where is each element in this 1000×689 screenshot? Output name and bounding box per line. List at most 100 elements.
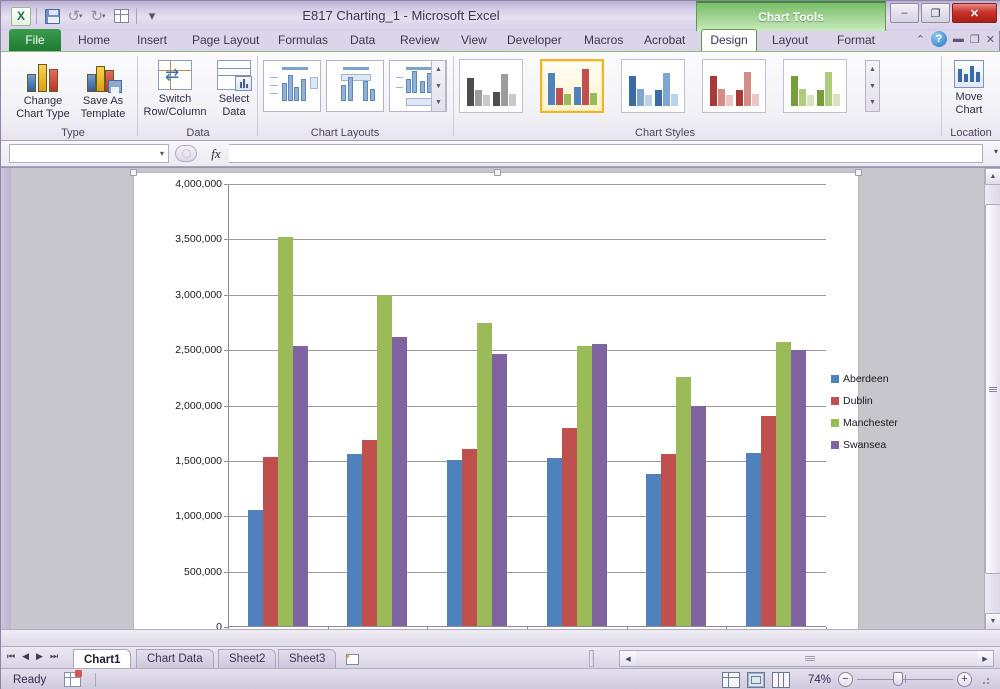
- chart-resize-handle-tc[interactable]: [494, 169, 501, 176]
- tab-acrobat[interactable]: Acrobat: [635, 29, 694, 51]
- zoom-slider[interactable]: − +: [838, 672, 972, 687]
- tab-home[interactable]: Home: [69, 29, 119, 51]
- layouts-more-icon[interactable]: ▼: [432, 94, 445, 111]
- nav-prev-icon[interactable]: ◀: [22, 651, 29, 662]
- chart-layout-option-1[interactable]: [263, 60, 321, 112]
- move-chart-button[interactable]: MoveChart: [941, 56, 997, 122]
- tab-view[interactable]: View: [452, 29, 496, 51]
- bar-manchester[interactable]: [577, 346, 592, 626]
- change-chart-type-button[interactable]: ChangeChart Type: [13, 56, 73, 122]
- zoom-level[interactable]: 74%: [797, 674, 831, 686]
- styles-more-icon[interactable]: ▼: [866, 94, 879, 111]
- tab-data[interactable]: Data: [341, 29, 384, 51]
- name-box[interactable]: ▾: [9, 144, 169, 163]
- zoom-track[interactable]: [857, 672, 953, 687]
- doc-restore-icon[interactable]: ❐: [970, 33, 980, 46]
- sheet-tab-chart-data[interactable]: Chart Data: [136, 649, 214, 668]
- save-as-template-button[interactable]: Save AsTemplate: [73, 56, 133, 122]
- chart-resize-handle-tl[interactable]: [130, 169, 137, 176]
- zoom-out-button[interactable]: −: [838, 672, 853, 687]
- chart-style-option-4[interactable]: [702, 59, 766, 113]
- page-break-preview-button[interactable]: [772, 672, 790, 688]
- nav-last-icon[interactable]: ⏭: [50, 651, 58, 662]
- switch-row-column-button[interactable]: ⇄ SwitchRow/Column: [141, 56, 209, 122]
- doc-minimize-icon[interactable]: ▬: [953, 33, 964, 45]
- chart-style-option-1[interactable]: [459, 59, 523, 113]
- tab-page-layout[interactable]: Page Layout: [183, 29, 268, 51]
- bar-aberdeen[interactable]: [347, 454, 362, 626]
- chart-object[interactable]: 4,000,0003,500,0003,000,0002,500,0002,00…: [133, 172, 859, 639]
- bar-swansea[interactable]: [691, 406, 706, 626]
- styles-scroll-down-icon[interactable]: ▼: [866, 78, 879, 95]
- tab-file[interactable]: File: [9, 29, 61, 51]
- tab-review[interactable]: Review: [391, 29, 448, 51]
- bar-dublin[interactable]: [263, 457, 278, 626]
- bar-dublin[interactable]: [362, 440, 377, 626]
- bar-swansea[interactable]: [592, 344, 607, 626]
- sheet-tab-chart1[interactable]: Chart1: [73, 649, 131, 669]
- styles-scroll-up-icon[interactable]: ▲: [866, 61, 879, 78]
- tab-formulas[interactable]: Formulas: [269, 29, 337, 51]
- chart-style-option-3[interactable]: [621, 59, 685, 113]
- normal-view-button[interactable]: [722, 672, 740, 688]
- page-layout-view-button[interactable]: [747, 672, 765, 688]
- name-box-dropdown-icon[interactable]: ▾: [160, 149, 164, 158]
- chart-layouts-scroll[interactable]: ▲ ▼ ▼: [431, 60, 446, 112]
- bar-aberdeen[interactable]: [447, 460, 462, 626]
- legend-entry[interactable]: Swansea: [831, 439, 901, 451]
- legend-entry[interactable]: Aberdeen: [831, 373, 901, 385]
- close-button[interactable]: ✕: [952, 3, 997, 23]
- zoom-in-button[interactable]: +: [957, 672, 972, 687]
- minimize-button[interactable]: –: [890, 3, 919, 23]
- bar-manchester[interactable]: [676, 377, 691, 626]
- help-icon[interactable]: ?: [931, 31, 947, 47]
- doc-close-icon[interactable]: ✕: [986, 33, 995, 46]
- bar-manchester[interactable]: [278, 237, 293, 626]
- bar-swansea[interactable]: [791, 350, 806, 626]
- legend-entry[interactable]: Dublin: [831, 395, 901, 407]
- bar-aberdeen[interactable]: [746, 453, 761, 626]
- bar-swansea[interactable]: [293, 346, 308, 626]
- select-data-button[interactable]: SelectData: [211, 56, 257, 122]
- hscroll-left-icon[interactable]: ◀: [620, 651, 636, 666]
- bar-swansea[interactable]: [492, 354, 507, 626]
- insert-function-icon[interactable]: fx: [203, 146, 229, 162]
- sheet-tab-sheet3[interactable]: Sheet3: [278, 649, 336, 668]
- nav-first-icon[interactable]: ⏮: [7, 651, 15, 662]
- chart-resize-handle-tr[interactable]: [855, 169, 862, 176]
- sheet-tab-sheet2[interactable]: Sheet2: [218, 649, 276, 668]
- legend-entry[interactable]: Manchester: [831, 417, 901, 429]
- bar-swansea[interactable]: [392, 337, 407, 626]
- zoom-thumb[interactable]: [893, 672, 903, 686]
- chart-styles-scroll[interactable]: ▲ ▼ ▼: [865, 60, 880, 112]
- bar-aberdeen[interactable]: [248, 510, 263, 626]
- nav-next-icon[interactable]: ▶: [36, 651, 43, 662]
- bar-dublin[interactable]: [462, 449, 477, 626]
- tab-split-handle[interactable]: [589, 650, 594, 667]
- tab-design[interactable]: Design: [701, 29, 757, 51]
- tab-developer[interactable]: Developer: [498, 29, 571, 51]
- tab-format[interactable]: Format: [828, 29, 884, 51]
- chart-legend[interactable]: Aberdeen Dublin Manchester Swansea: [831, 373, 901, 461]
- layouts-scroll-up-icon[interactable]: ▲: [432, 61, 445, 78]
- bar-manchester[interactable]: [776, 342, 791, 626]
- bar-aberdeen[interactable]: [646, 474, 661, 626]
- scroll-down-icon[interactable]: ▼: [985, 613, 1000, 630]
- insert-worksheet-icon[interactable]: ✦: [341, 651, 363, 667]
- layouts-scroll-down-icon[interactable]: ▼: [432, 78, 445, 95]
- window-resize-grip[interactable]: [979, 674, 991, 686]
- bar-manchester[interactable]: [477, 323, 492, 626]
- tab-layout[interactable]: Layout: [763, 29, 817, 51]
- bar-aberdeen[interactable]: [547, 458, 562, 626]
- chart-style-option-5[interactable]: [783, 59, 847, 113]
- formula-input[interactable]: [229, 144, 983, 163]
- tab-macros[interactable]: Macros: [575, 29, 632, 51]
- expand-formula-bar-icon[interactable]: ▾: [994, 147, 998, 156]
- bar-manchester[interactable]: [377, 295, 392, 626]
- bar-dublin[interactable]: [562, 428, 577, 626]
- sheet-horizontal-scrollbar[interactable]: ◀ ▶: [619, 650, 994, 667]
- record-macro-icon[interactable]: [64, 672, 81, 687]
- vertical-scroll-thumb[interactable]: [985, 204, 1000, 574]
- bar-dublin[interactable]: [761, 416, 776, 626]
- minimize-ribbon-icon[interactable]: ⌃: [916, 33, 925, 46]
